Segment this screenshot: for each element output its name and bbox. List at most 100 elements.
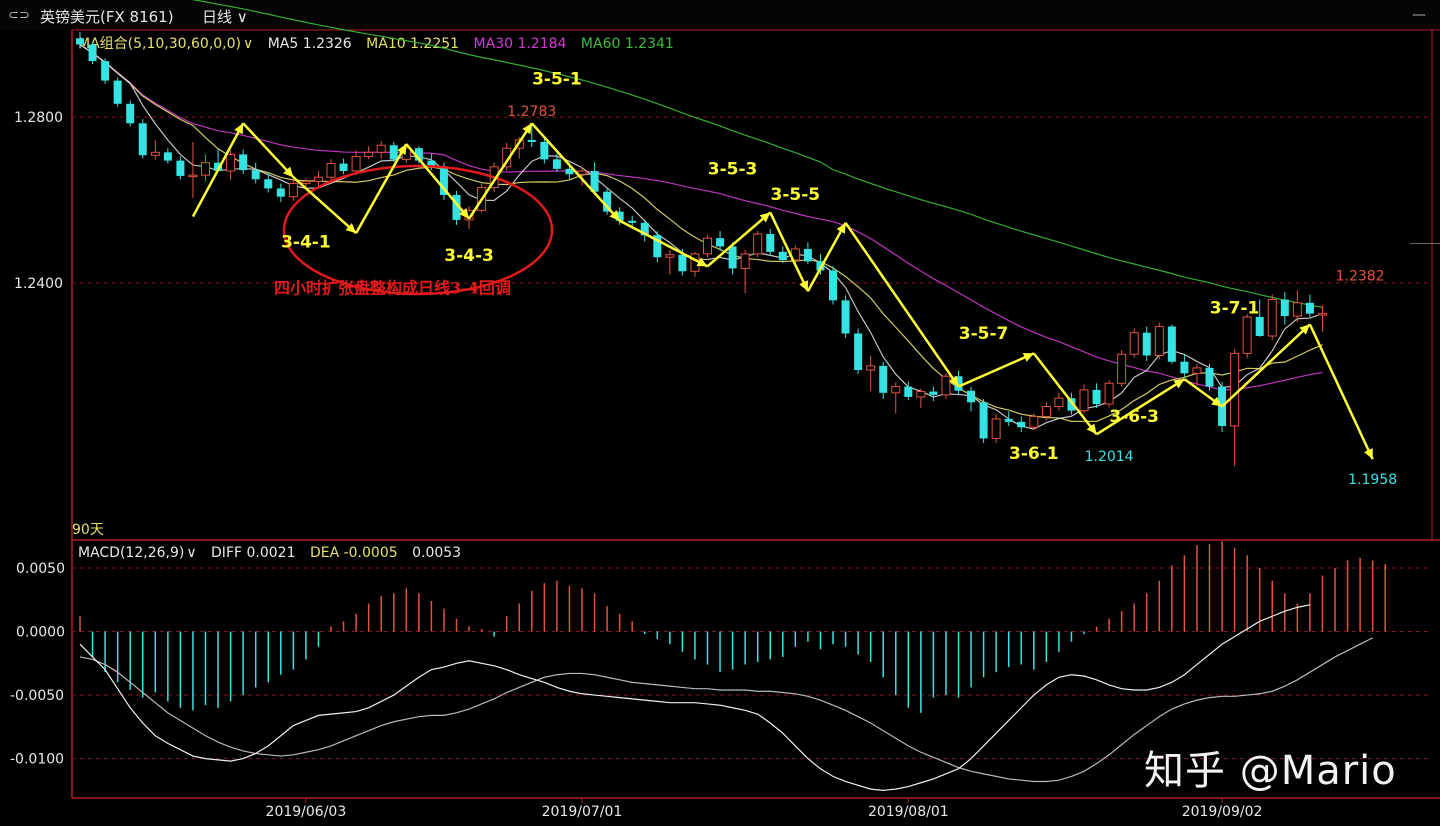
x-tick-label: 2019/09/02 [1182, 804, 1263, 820]
candle-body [1192, 367, 1202, 374]
candle-body [1117, 353, 1127, 384]
candle-body [891, 386, 901, 394]
price-extreme-label: 1.1958 [1348, 472, 1397, 488]
candle-body [351, 155, 361, 172]
candle-body [1079, 389, 1089, 412]
candle-body [1092, 389, 1101, 404]
wave-label: 3-7-1 [1210, 299, 1260, 319]
price-tick-label: 1.2800 [14, 110, 63, 126]
chart-canvas[interactable]: 1.2800 1.2400 0.0050 0.0000 -0.0050 -0.0100 20… [0, 0, 1440, 826]
candle-body [577, 170, 587, 175]
candle-body [841, 300, 850, 334]
wave-label: 3-6-1 [1009, 444, 1059, 464]
wave-segment [769, 211, 810, 292]
candle-body [904, 386, 913, 397]
candle-body [163, 152, 172, 161]
candle-body [803, 248, 812, 262]
candle-body [138, 123, 147, 156]
candle-body [1317, 313, 1327, 316]
candle-body [628, 220, 637, 223]
wave-segment [957, 352, 1035, 388]
candle-body [866, 365, 876, 371]
candle-body [101, 61, 110, 81]
wave-label: 3-4-3 [444, 246, 494, 266]
macd-tick-label: -0.0050 [10, 688, 64, 704]
candle-body [740, 253, 750, 269]
candle-body [1004, 418, 1013, 422]
candle-body [929, 391, 938, 395]
macd-tick-label: -0.0100 [10, 752, 64, 768]
candle-body [1292, 302, 1302, 317]
candle-body [1029, 415, 1039, 428]
x-tick-label: 2019/06/03 [266, 804, 347, 820]
wave-segment [191, 122, 245, 218]
wave-label: 3-4-1 [281, 233, 331, 253]
consolidation-ellipse [282, 164, 554, 296]
candle-body [1167, 326, 1176, 362]
candle-body [716, 238, 725, 247]
candle-body [540, 141, 549, 160]
candle-body [239, 154, 248, 171]
candle-body [778, 251, 787, 261]
candle-body [176, 160, 185, 176]
candle-body [126, 103, 135, 124]
candle-body [941, 375, 951, 396]
candle-body [916, 391, 926, 398]
candle-body [967, 390, 976, 403]
candle-body [226, 153, 236, 172]
candle-body [1242, 316, 1252, 354]
wave-segment [844, 222, 960, 388]
wave-label: 3-6-3 [1109, 407, 1159, 427]
candle-body [1041, 405, 1051, 417]
candle-body [991, 418, 1001, 439]
candle-body [1230, 352, 1240, 427]
candle-body [1104, 382, 1114, 405]
price-extreme-label: 1.2014 [1085, 449, 1134, 465]
candle-body [979, 402, 988, 439]
wave-label: 3-5-7 [959, 324, 1009, 344]
candle-body [264, 179, 273, 189]
candle-body [188, 174, 198, 178]
x-tick-label: 2019/08/01 [868, 804, 949, 820]
candle-body [326, 163, 336, 178]
candle-body [678, 254, 687, 272]
ma5-line [79, 44, 1323, 430]
candle-body [728, 246, 737, 269]
candle-body [665, 254, 675, 258]
wave-segment [1308, 323, 1374, 460]
candle-body [753, 233, 763, 255]
candle-body [313, 176, 323, 182]
candle-body [703, 237, 712, 255]
candle-body [113, 80, 122, 104]
candle-body [251, 170, 260, 180]
wave-segment [405, 143, 471, 220]
wave-label: 3-5-3 [708, 159, 758, 179]
candle-body [766, 234, 775, 252]
candle-body [1142, 332, 1151, 356]
wave-label: 3-5-1 [532, 70, 582, 90]
macd-tick-label: 0.0000 [16, 625, 65, 641]
candle-body [288, 182, 298, 198]
candle-body [76, 38, 84, 45]
price-extreme-label: 1.2783 [507, 104, 556, 120]
candle-body [1305, 302, 1314, 314]
wave-segment [619, 219, 709, 268]
candle-body [376, 144, 386, 153]
candle-body [1017, 421, 1026, 428]
candle-body [854, 333, 863, 370]
candle-body [389, 145, 398, 160]
candle-body [276, 188, 285, 197]
candle-body [552, 159, 561, 169]
candle-body [879, 365, 888, 393]
candle-body [301, 180, 311, 184]
candle-body [1054, 397, 1064, 407]
watermark: 知乎 @Mario [1144, 748, 1397, 794]
candle-body [1180, 361, 1189, 374]
macd-tick-label: 0.0050 [16, 561, 65, 577]
candle-body [1267, 299, 1277, 337]
candle-body [150, 151, 160, 156]
candle-body [88, 44, 97, 62]
consolidation-note: 四小时扩张盘整构成日线3-4回调 [274, 278, 511, 297]
candle-body [201, 162, 210, 176]
wave-segment [530, 122, 621, 222]
